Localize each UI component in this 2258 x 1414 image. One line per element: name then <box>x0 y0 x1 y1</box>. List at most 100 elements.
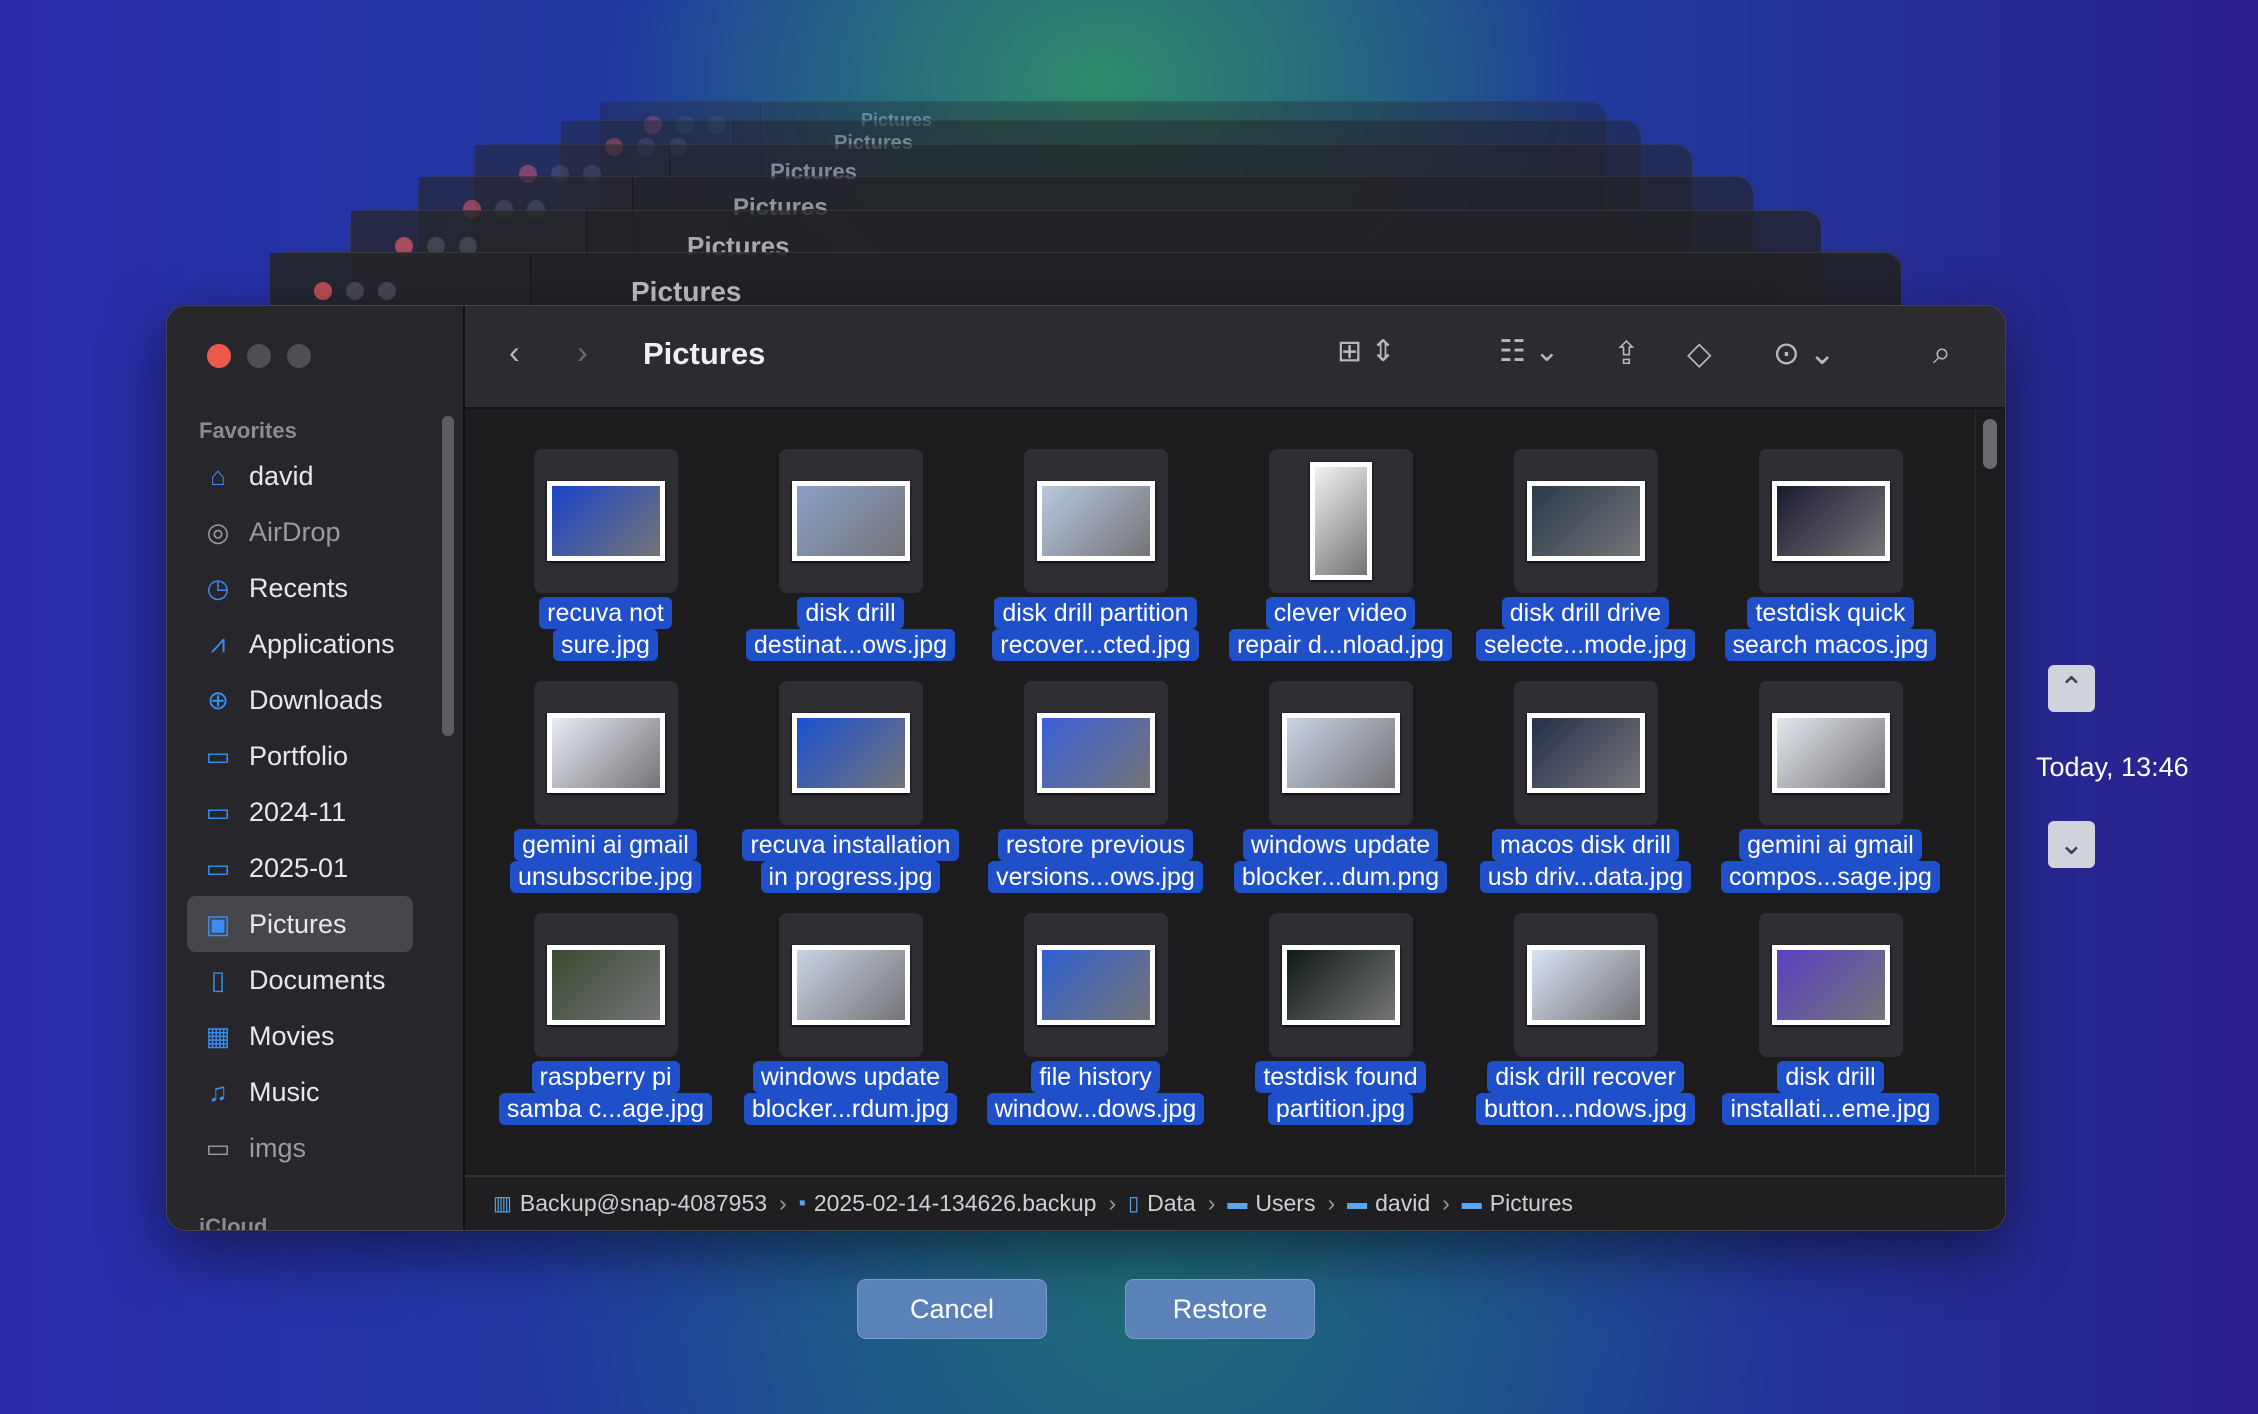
thumbnail <box>1023 913 1168 1057</box>
sidebar: Favorites ⌂ david ◎ AirDrop ◷ Recents ⩘ Applica… <box>167 306 465 1230</box>
restore-button[interactable]: Restore <box>1125 1279 1315 1339</box>
sidebar-item-label: AirDrop <box>249 516 341 547</box>
sidebar-item-pictures[interactable]: ▣ Pictures <box>187 896 413 952</box>
sidebar-item-recents[interactable]: ◷ Recents <box>187 560 413 616</box>
file-item[interactable]: gemini ai gmail unsubscribe.jpg <box>483 681 728 893</box>
clock-icon: ◷ <box>206 572 230 603</box>
sidebar-item-music[interactable]: ♫ Music <box>187 1064 413 1120</box>
file-item[interactable]: disk drill partition recover...cted.jpg <box>973 449 1218 661</box>
file-item[interactable]: disk drill recover button...ndows.jpg <box>1463 913 1708 1125</box>
file-item[interactable]: disk drill drive selecte...mode.jpg <box>1463 449 1708 661</box>
image-preview <box>1771 481 1890 561</box>
minimize-button[interactable] <box>247 344 271 368</box>
path-segment[interactable]: ▬ Pictures <box>1462 1190 1573 1217</box>
chevron-right-icon: › <box>1108 1190 1117 1216</box>
file-name: recuva not sure.jpg <box>539 597 672 661</box>
sidebar-item-2025-01[interactable]: ▭ 2025-01 <box>187 840 413 896</box>
path-segment[interactable]: ▬ Users <box>1227 1190 1315 1217</box>
forward-button[interactable]: › <box>577 334 588 371</box>
timeline-up-button[interactable]: ⌃ <box>2048 665 2095 712</box>
image-preview <box>1771 945 1890 1025</box>
search-icon[interactable]: ⌕ <box>1933 334 1951 372</box>
thumbnail <box>1758 913 1903 1057</box>
tag-icon[interactable]: ◇ <box>1687 334 1712 372</box>
path-segment[interactable]: ▯ Data <box>1128 1190 1196 1217</box>
file-item[interactable]: restore previous versions...ows.jpg <box>973 681 1218 893</box>
file-item[interactable]: file history window...dows.jpg <box>973 913 1218 1125</box>
file-item[interactable]: clever video repair d...nload.jpg <box>1218 449 1463 661</box>
chevron-down-icon: ⌄ <box>2058 828 2085 861</box>
image-preview <box>1526 481 1645 561</box>
thumbnail <box>778 913 923 1057</box>
file-item[interactable]: testdisk found partition.jpg <box>1218 913 1463 1125</box>
image-preview <box>546 481 665 561</box>
sidebar-item-imgs[interactable]: ▭ imgs <box>187 1120 413 1176</box>
thumbnail <box>1268 449 1413 593</box>
back-button[interactable]: ‹ <box>509 334 520 371</box>
image-preview <box>1526 713 1645 793</box>
sidebar-item-downloads[interactable]: ⊕ Downloads <box>187 672 413 728</box>
zoom-button[interactable] <box>287 344 311 368</box>
scrollbar-track[interactable] <box>1975 409 2005 1175</box>
file-item[interactable]: macos disk drill usb driv...data.jpg <box>1463 681 1708 893</box>
share-icon[interactable]: ⇪ <box>1613 334 1640 372</box>
download-icon: ⊕ <box>207 684 229 715</box>
scrollbar-thumb[interactable] <box>1983 419 1997 469</box>
chevron-right-icon: › <box>1207 1190 1216 1216</box>
window-title: Pictures <box>643 336 766 371</box>
image-preview <box>1036 945 1155 1025</box>
file-item[interactable]: windows update blocker...rdum.jpg <box>728 913 973 1125</box>
folder-icon: ▭ <box>205 1132 231 1163</box>
sidebar-scrollbar[interactable] <box>442 416 454 736</box>
sidebar-item-documents[interactable]: ▯ Documents <box>187 952 413 1008</box>
close-button[interactable] <box>207 344 231 368</box>
home-folder-icon: ▬ <box>1347 1192 1368 1214</box>
path-segment[interactable]: ▥ Backup@snap-4087953 <box>493 1190 767 1217</box>
sidebar-item-label: Downloads <box>249 684 383 715</box>
folder-icon: ▭ <box>205 740 231 771</box>
sidebar-item-label: Recents <box>249 572 349 603</box>
background-window-title: Pictures <box>631 276 742 307</box>
image-preview <box>791 713 910 793</box>
sidebar-item-2024-11[interactable]: ▭ 2024-11 <box>187 784 413 840</box>
file-item[interactable]: testdisk quick search macos.jpg <box>1708 449 1953 661</box>
file-item[interactable]: recuva not sure.jpg <box>483 449 728 661</box>
view-icon-grid-button[interactable]: ⊞ ⇕ <box>1337 334 1396 369</box>
sidebar-item-portfolio[interactable]: ▭ Portfolio <box>187 728 413 784</box>
sidebar-item-airdrop[interactable]: ◎ AirDrop <box>187 504 413 560</box>
file-name: disk drill drive selecte...mode.jpg <box>1476 597 1695 661</box>
cancel-button[interactable]: Cancel <box>857 1279 1047 1339</box>
path-segment[interactable]: ▪ 2025-02-14-134626.backup <box>799 1190 1097 1217</box>
file-item[interactable]: disk drill destinat...ows.jpg <box>728 449 973 661</box>
sidebar-item-label: Music <box>249 1076 320 1107</box>
house-icon: ⌂ <box>210 460 226 491</box>
group-button[interactable]: ☷ ⌄ <box>1499 334 1559 369</box>
traffic-lights <box>207 344 311 368</box>
file-item[interactable]: recuva installation in progress.jpg <box>728 681 973 893</box>
thumbnail <box>1513 913 1658 1057</box>
sidebar-item-movies[interactable]: ▦ Movies <box>187 1008 413 1064</box>
image-preview <box>791 481 910 561</box>
file-grid: recuva not sure.jpg disk drill destinat...… <box>465 409 2005 1175</box>
file-name: disk drill installati...eme.jpg <box>1722 1061 1939 1125</box>
timeline-down-button[interactable]: ⌄ <box>2048 821 2095 868</box>
file-item[interactable]: raspberry pi samba c...age.jpg <box>483 913 728 1125</box>
folder-icon: ▭ <box>205 796 231 827</box>
image-preview <box>1036 481 1155 561</box>
sidebar-item-applications[interactable]: ⩘ Applications <box>187 616 413 672</box>
file-item[interactable]: disk drill installati...eme.jpg <box>1708 913 1953 1125</box>
pictures-folder-icon: ▬ <box>1461 1192 1482 1214</box>
backup-disk-icon: ▥ <box>493 1193 512 1215</box>
timeline-date: Today, 13:46 <box>2036 752 2189 782</box>
thumbnail <box>533 681 678 825</box>
thumbnail <box>1758 449 1903 593</box>
file-name: restore previous versions...ows.jpg <box>988 829 1203 893</box>
thumbnail <box>533 449 678 593</box>
more-actions-icon[interactable]: ⊙ ⌄ <box>1773 334 1836 372</box>
sidebar-item-label: 2025-01 <box>249 852 349 883</box>
image-preview <box>1309 462 1372 580</box>
file-item[interactable]: windows update blocker...dum.png <box>1218 681 1463 893</box>
file-item[interactable]: gemini ai gmail compos...sage.jpg <box>1708 681 1953 893</box>
path-segment[interactable]: ▬ david <box>1347 1190 1430 1217</box>
sidebar-item-david[interactable]: ⌂ david <box>187 448 413 504</box>
